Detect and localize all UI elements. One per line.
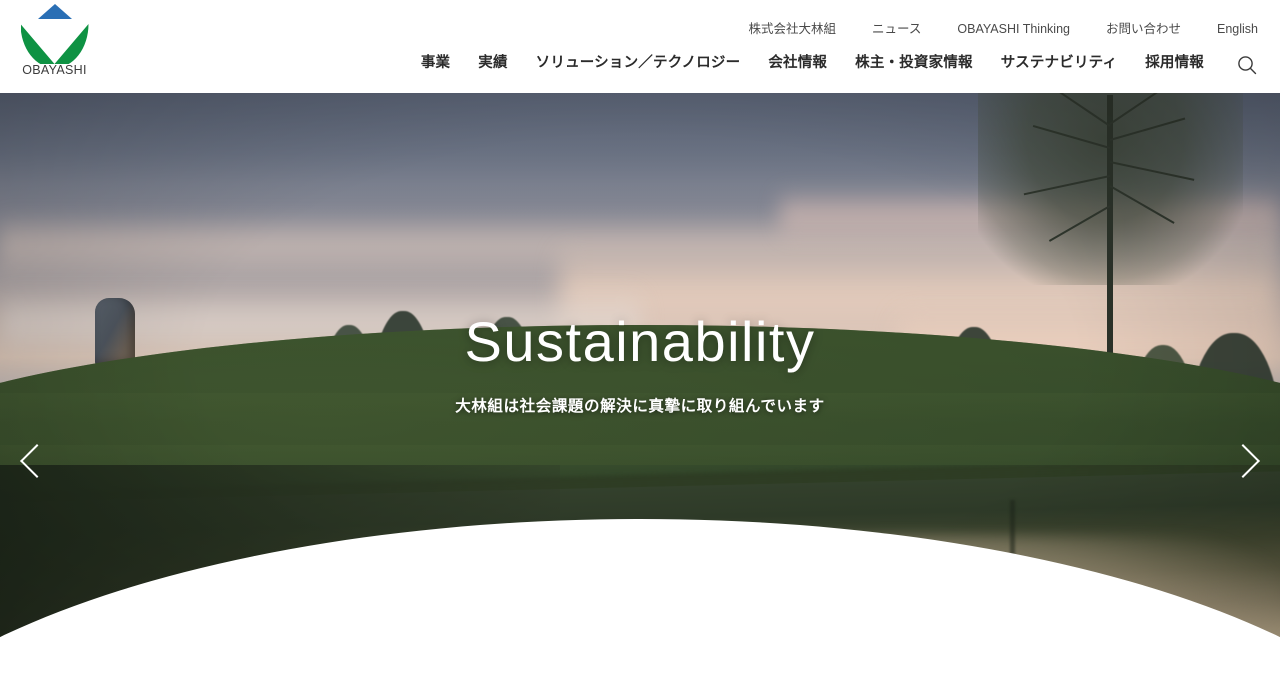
utility-nav: 株式会社大林組 ニュース OBAYASHI Thinking お問い合わせ En… [731,20,1258,38]
chevron-left-icon [20,444,54,478]
page-root: OBAYASHI 株式会社大林組 ニュース OBAYASHI Thinking … [0,0,1280,679]
obayashi-logo-mark [19,2,91,62]
nav-link-ir[interactable]: 株主・投資家情報 [841,52,987,74]
util-link-english[interactable]: English [1199,20,1258,38]
chevron-right-icon [1226,444,1260,478]
nav-link-projects[interactable]: 実績 [464,52,521,74]
foreground-tree [960,93,1260,367]
nav-link-business[interactable]: 事業 [407,52,464,74]
util-link-corporate[interactable]: 株式会社大林組 [731,20,855,38]
util-link-news[interactable]: ニュース [854,20,939,38]
stone-monument [95,298,135,366]
nav-link-recruit[interactable]: 採用情報 [1131,52,1218,74]
nav-link-sustainability[interactable]: サステナビリティ [987,52,1131,74]
logo-wordmark: OBAYASHI [22,63,87,77]
carousel-next-button[interactable] [1218,433,1274,489]
nav-link-company[interactable]: 会社情報 [754,52,841,74]
logo-triangle-icon [37,4,72,19]
site-logo[interactable]: OBAYASHI [17,2,92,88]
hero-carousel: Sustainability 大林組は社会課題の解決に真摯に取り組んでいます [0,93,1280,679]
logo-fan-icon [21,24,89,64]
util-link-contact[interactable]: お問い合わせ [1088,20,1199,38]
site-header: OBAYASHI 株式会社大林組 ニュース OBAYASHI Thinking … [0,0,1280,93]
main-nav: 事業 実績 ソリューション／テクノロジー 会社情報 株主・投資家情報 サステナビ… [407,52,1218,74]
search-icon[interactable] [1234,52,1260,78]
carousel-prev-button[interactable] [6,433,62,489]
util-link-thinking[interactable]: OBAYASHI Thinking [939,20,1088,38]
nav-link-solutions[interactable]: ソリューション／テクノロジー [522,52,755,74]
